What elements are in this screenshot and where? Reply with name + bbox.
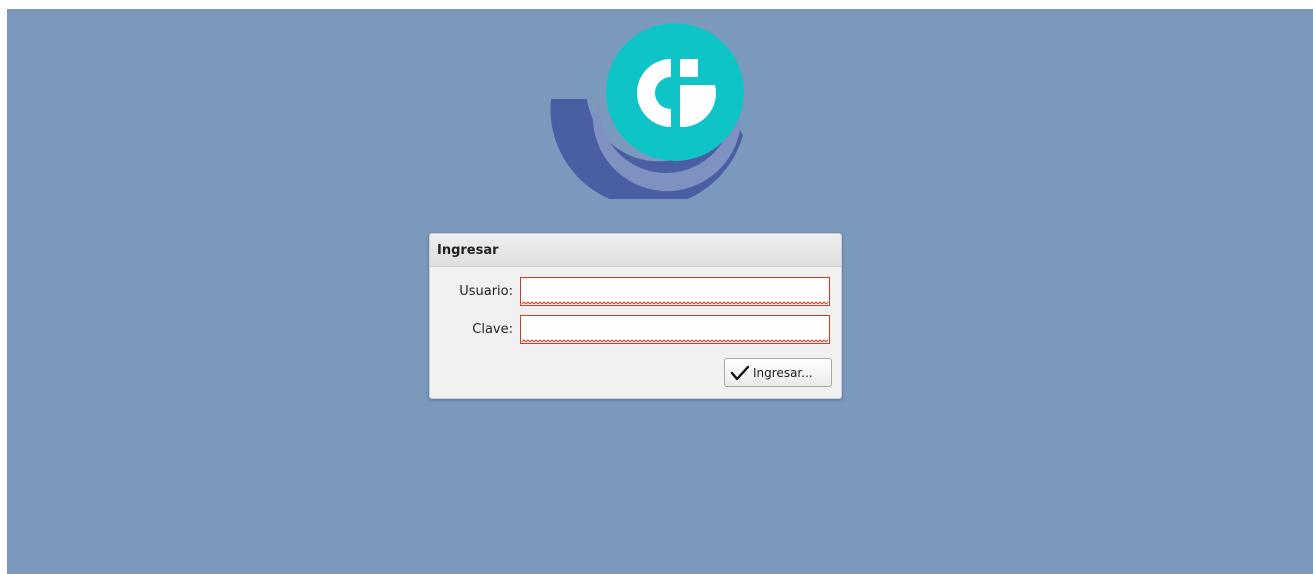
login-panel-title: Ingresar — [430, 234, 841, 267]
logo-teal-circle — [606, 23, 744, 161]
company-logo — [550, 23, 744, 199]
clave-input[interactable] — [520, 315, 830, 344]
usuario-input[interactable] — [520, 277, 830, 306]
ingresar-button-label: Ingresar... — [753, 365, 813, 380]
clave-row: Clave: — [430, 315, 841, 344]
app-viewport: Ingresar Usuario: Clave: Ingresar... — [7, 9, 1313, 574]
usuario-label: Usuario: — [459, 284, 513, 299]
usuario-row: Usuario: — [430, 277, 841, 306]
clave-label: Clave: — [472, 322, 513, 337]
login-panel: Ingresar Usuario: Clave: Ingresar... — [429, 233, 842, 399]
ingresar-button[interactable]: Ingresar... — [724, 358, 832, 387]
checkmark-icon — [730, 365, 750, 380]
